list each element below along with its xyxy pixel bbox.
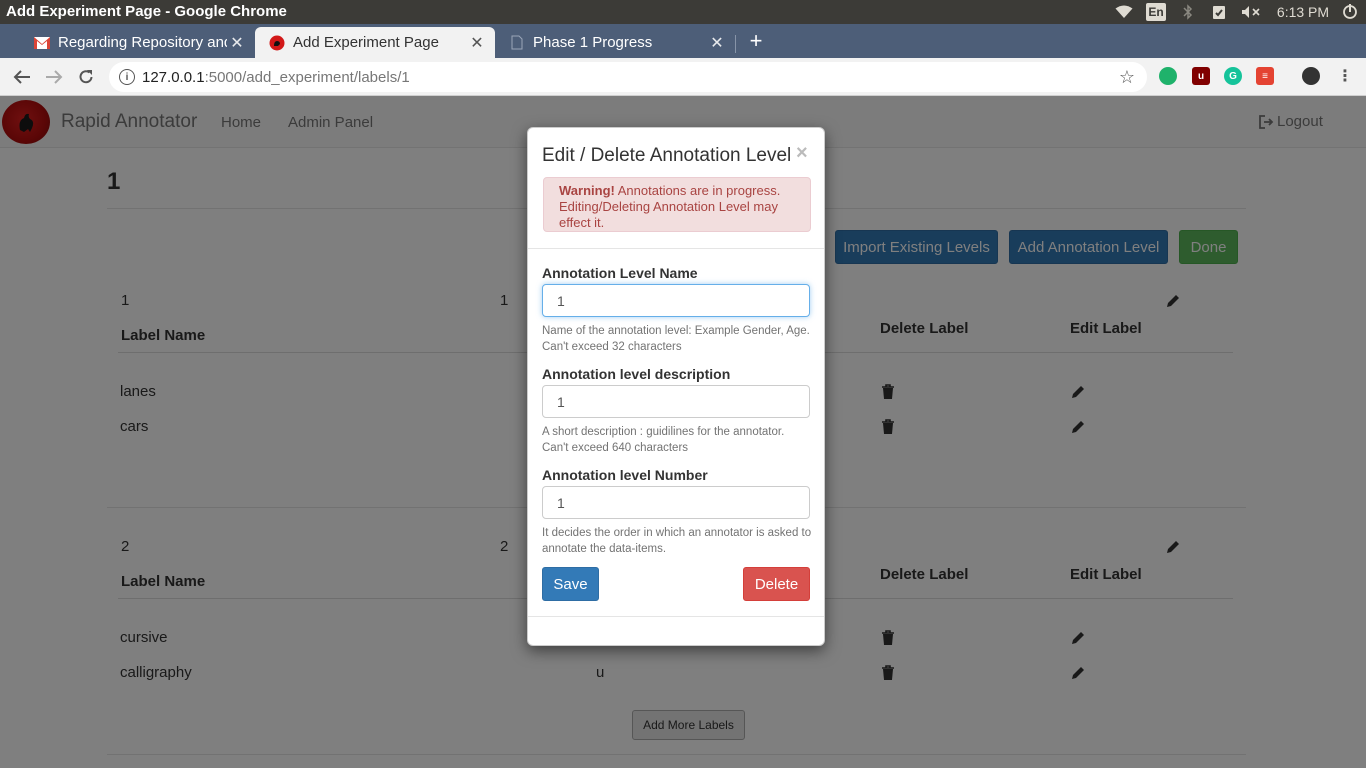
rooster-favicon-icon [269,35,285,51]
level-number-label: Annotation level Number [542,467,708,483]
keyboard-language-indicator[interactable]: En [1146,3,1166,21]
warning-alert: Warning! Annotations are in progress. Ed… [543,177,811,232]
volume-muted-icon[interactable] [1240,0,1262,24]
warning-strong: Warning! [559,183,615,198]
level-description-label: Annotation level description [542,366,731,382]
url-path: :5000/add_experiment/labels/1 [204,69,410,86]
reload-icon[interactable] [75,66,97,88]
url-host: 127.0.0.1 [142,69,205,86]
modal-title: Edit / Delete Annotation Level [542,145,792,166]
bookmark-star-icon[interactable]: ☆ [1119,67,1135,88]
close-icon[interactable]: × [796,142,808,165]
tab-phase-progress[interactable]: Phase 1 Progress ✕ [495,27,735,58]
bluetooth-icon[interactable] [1180,0,1196,24]
gmail-icon [34,35,50,51]
tab-close-icon[interactable]: ✕ [707,33,727,53]
clock[interactable]: 6:13 PM [1274,0,1332,24]
browser-menu-icon[interactable]: ⋮ [1336,67,1354,85]
site-info-icon[interactable]: i [119,69,135,85]
modal-footer-divider [528,616,824,617]
tab-gmail[interactable]: Regarding Repository and ✕ [20,27,255,58]
level-number-input[interactable] [542,486,810,519]
browser-tab-strip: Regarding Repository and ✕ Add Experimen… [0,24,1366,58]
wifi-icon[interactable] [1114,0,1134,24]
clipboard-check-icon[interactable] [1210,0,1228,24]
window-title: Add Experiment Page - Google Chrome [6,3,287,20]
new-tab-button[interactable]: + [744,28,768,53]
tab-close-icon[interactable]: ✕ [467,33,487,53]
profile-avatar[interactable] [1302,67,1320,85]
level-description-input[interactable] [542,385,810,418]
level-name-label: Annotation Level Name [542,265,698,281]
document-icon [509,35,525,51]
edit-annotation-level-modal: Edit / Delete Annotation Level × Warning… [527,127,825,646]
tab-title: Add Experiment Page [293,34,439,51]
grammarly-icon[interactable]: G [1224,67,1242,85]
level-description-help: A short description : guidilines for the… [542,426,785,454]
tab-title: Regarding Repository and [58,34,227,51]
delete-button[interactable]: Delete [743,567,810,601]
level-name-input[interactable] [542,284,810,317]
url-text[interactable]: 127.0.0.1:5000/add_experiment/labels/1 [142,69,410,86]
save-button[interactable]: Save [542,567,599,601]
ublock-icon[interactable]: u [1192,67,1210,85]
os-top-bar: Add Experiment Page - Google Chrome En 6… [0,0,1366,24]
modal-header-divider [528,248,824,249]
tab-separator [735,35,736,53]
tab-title: Phase 1 Progress [533,34,653,51]
address-bar[interactable]: i 127.0.0.1:5000/add_experiment/labels/1… [109,62,1147,92]
forward-arrow-icon[interactable] [43,66,65,88]
tab-add-experiment[interactable]: Add Experiment Page ✕ [255,27,495,58]
todoist-icon[interactable]: ≡ [1256,67,1274,85]
level-name-help: Name of the annotation level: Example Ge… [542,325,810,353]
green-extension-icon[interactable] [1159,67,1177,85]
back-arrow-icon[interactable] [11,66,33,88]
power-settings-icon[interactable] [1340,0,1360,24]
tab-close-icon[interactable]: ✕ [227,33,247,53]
page-content: Rapid Annotator Home Admin Panel Logout … [0,96,1366,768]
level-number-help: It decides the order in which an annotat… [542,527,812,555]
